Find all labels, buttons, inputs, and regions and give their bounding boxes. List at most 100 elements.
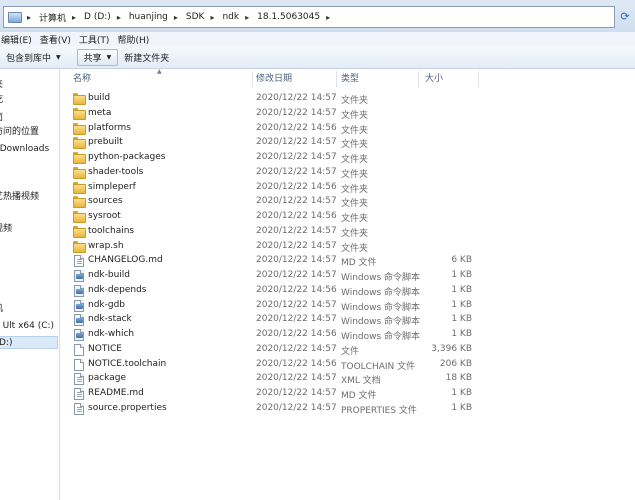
column-divider[interactable] (418, 71, 419, 87)
chevron-right-icon[interactable]: ▸ (114, 13, 126, 22)
address-bar[interactable]: ▸ 计算机 ▸ D (D:) ▸ huanjing ▸ SDK ▸ ndk ▸ … (3, 6, 615, 28)
file-row[interactable]: sources 2020/12/22 14:57 文件夹 (62, 195, 622, 210)
file-row[interactable]: README.md 2020/12/22 14:57 MD 文件 1 KB (62, 387, 622, 402)
file-row[interactable]: sysroot 2020/12/22 14:56 文件夹 (62, 210, 622, 225)
file-type: Windows 命令脚本 (341, 273, 421, 283)
nav-item[interactable]: 夹 (0, 79, 3, 92)
file-type: 文件夹 (341, 169, 369, 180)
file-name: ndk-depends (88, 284, 147, 295)
nav-item[interactable]: 吃 (0, 94, 3, 107)
file-row[interactable]: wrap.sh 2020/12/22 14:57 文件夹 (62, 240, 622, 255)
chevron-right-icon[interactable]: ▸ (323, 13, 335, 22)
menu-help[interactable]: 帮助(H) (113, 33, 153, 46)
file-name: simpleperf (88, 181, 136, 192)
file-name: NOTICE (88, 343, 122, 354)
chevron-down-icon: ▼ (56, 53, 61, 61)
file-size: 6 KB (451, 255, 472, 266)
column-header-type[interactable]: 类型 (341, 69, 359, 89)
file-row[interactable]: shader-tools 2020/12/22 14:57 文件夹 (62, 166, 622, 181)
file-date: 2020/12/22 14:57 (256, 152, 337, 162)
nav-item[interactable]: D:) (0, 336, 58, 349)
file-row[interactable]: ndk-gdb 2020/12/22 14:57 Windows 命令脚本 1 KB (62, 299, 622, 314)
column-divider[interactable] (478, 71, 479, 87)
menu-edit[interactable]: 编辑(E) (0, 33, 36, 46)
file-name: platforms (88, 122, 131, 133)
file-icon (74, 343, 84, 356)
breadcrumb-version[interactable]: 18.1.5063045 (254, 7, 323, 27)
include-in-library-button[interactable]: 包含到库中 ▼ (0, 49, 67, 66)
file-row[interactable]: ndk-stack 2020/12/22 14:57 Windows 命令脚本 1 K… (62, 313, 622, 328)
file-row[interactable]: build 2020/12/22 14:57 文件夹 (62, 92, 622, 107)
nav-item[interactable]: 面 (0, 112, 3, 125)
folder-icon (73, 107, 86, 120)
file-type: 文件夹 (341, 140, 369, 151)
file-type: 文件 (341, 346, 360, 357)
file-row[interactable]: ndk-which 2020/12/22 14:56 Windows 命令脚本 1 K… (62, 328, 622, 343)
nav-item[interactable]: 艺热播视频 (0, 191, 39, 204)
file-size: 206 KB (439, 358, 472, 369)
file-row[interactable]: CHANGELOG.md 2020/12/22 14:57 MD 文件 6 KB (62, 254, 622, 269)
file-name: ndk-build (88, 270, 131, 280)
file-row[interactable]: source.properties 2020/12/22 14:57 PROPERT… (62, 402, 622, 417)
file-name: README.md (88, 388, 144, 398)
column-header-size[interactable]: 大小 (425, 69, 443, 89)
file-date: 2020/12/22 14:56 (256, 211, 337, 221)
new-folder-button[interactable]: 新建文件夹 (118, 49, 175, 66)
chevron-right-icon[interactable]: ▸ (207, 13, 219, 22)
chevron-right-icon[interactable]: ▸ (69, 13, 81, 22)
menu-view[interactable]: 查看(V) (36, 33, 75, 46)
file-row[interactable]: toolchains 2020/12/22 14:57 文件夹 (62, 225, 622, 240)
file-row[interactable]: NOTICE 2020/12/22 14:57 文件 3,396 KB (62, 343, 622, 358)
nav-item[interactable]: 视频 (0, 223, 12, 236)
file-size: 18 KB (445, 373, 472, 384)
nav-item[interactable]: 机 (0, 303, 3, 316)
file-row[interactable]: simpleperf 2020/12/22 14:56 文件夹 (62, 181, 622, 196)
file-type: 文件夹 (341, 125, 369, 136)
column-divider[interactable] (252, 71, 253, 87)
file-type: Windows 命令脚本 (341, 287, 421, 298)
chevron-right-icon[interactable]: ▸ (242, 13, 254, 22)
folder-icon (73, 225, 86, 238)
breadcrumb-sdk[interactable]: SDK (183, 7, 208, 27)
share-button[interactable]: 共享 ▼ (76, 48, 119, 66)
file-row[interactable]: ndk-depends 2020/12/22 14:56 Windows 命令脚本 1… (62, 284, 622, 299)
nav-item[interactable]: 7 Ult x64 (C:) (0, 320, 54, 333)
file-row[interactable]: prebuilt 2020/12/22 14:57 文件夹 (62, 136, 622, 151)
navigation-pane[interactable]: 夹吃面访问的位置 5Downloads 艺热播视频视频机 7 Ult x64 (C:)… (0, 69, 60, 500)
file-name: build (88, 93, 111, 103)
breadcrumb-drive-d[interactable]: D (D:) (81, 7, 114, 27)
script-file-icon (74, 270, 84, 282)
breadcrumb-ndk[interactable]: ndk (219, 7, 242, 27)
file-size: 1 KB (451, 284, 472, 295)
file-type: Windows 命令脚本 (341, 302, 421, 313)
file-size: 1 KB (451, 329, 472, 339)
folder-icon (73, 137, 86, 150)
file-row[interactable]: package 2020/12/22 14:57 XML 文档 18 KB (62, 372, 622, 387)
column-header-name[interactable]: 名称 (73, 69, 91, 89)
refresh-icon[interactable]: ⟳ (617, 8, 633, 26)
text-file-icon (74, 388, 84, 400)
file-type: MD 文件 (341, 391, 377, 401)
folder-icon (73, 93, 86, 105)
breadcrumb-computer[interactable]: 计算机 (36, 7, 69, 27)
file-type: 文件夹 (341, 184, 369, 195)
nav-item[interactable]: 访问的位置 (0, 126, 39, 139)
menu-tools[interactable]: 工具(T) (75, 33, 114, 46)
file-row[interactable]: platforms 2020/12/22 14:56 文件夹 (62, 122, 622, 137)
column-header-date[interactable]: 修改日期 (256, 69, 292, 89)
chevron-right-icon[interactable]: ▸ (24, 13, 36, 22)
breadcrumb-huanjing[interactable]: huanjing (126, 7, 171, 27)
file-row[interactable]: ndk-build 2020/12/22 14:57 Windows 命令脚本 1 K… (62, 269, 622, 284)
command-bar: 包含到库中 ▼ 共享 ▼ 新建文件夹 (0, 46, 635, 69)
column-divider[interactable] (336, 71, 337, 87)
file-row[interactable]: meta 2020/12/22 14:57 文件夹 (62, 107, 622, 122)
file-date: 2020/12/22 14:57 (256, 240, 337, 251)
file-name: toolchains (88, 225, 135, 236)
chevron-right-icon[interactable]: ▸ (171, 13, 183, 22)
file-date: 2020/12/22 14:57 (256, 388, 337, 398)
file-type: 文件夹 (341, 110, 369, 121)
nav-item[interactable]: 5Downloads (0, 143, 49, 156)
file-row[interactable]: NOTICE.toolchain 2020/12/22 14:56 TOOLCHAI… (62, 358, 622, 373)
file-row[interactable]: python-packages 2020/12/22 14:57 文件夹 (62, 151, 622, 166)
file-name: CHANGELOG.md (88, 255, 163, 266)
